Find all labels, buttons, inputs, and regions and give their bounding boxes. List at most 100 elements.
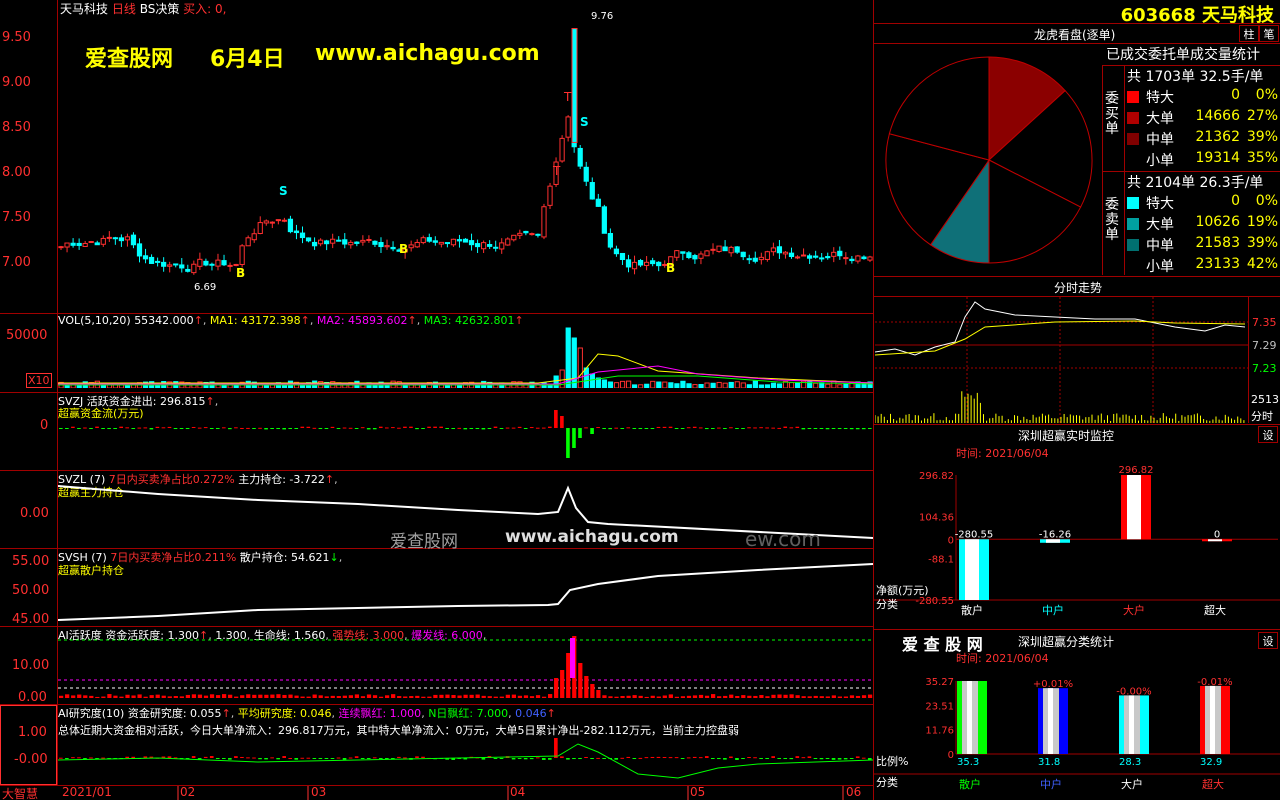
buy-row-label: 特大 (1146, 90, 1174, 106)
activity-bar (306, 696, 311, 698)
candle-body (112, 237, 118, 240)
fund-flow-bar (590, 428, 594, 434)
activity-bar (620, 695, 625, 698)
volume-bar (728, 381, 734, 388)
research-bar (270, 757, 274, 759)
research-bar (554, 738, 558, 758)
candle-body (788, 252, 795, 258)
activity-bar (463, 694, 468, 698)
research-bar (493, 758, 498, 759)
t-marker: T (553, 164, 561, 178)
candle-body (426, 237, 432, 242)
y-tick: 8.50 (2, 120, 31, 135)
research-bar (191, 756, 196, 758)
fund-flow-bar (101, 428, 105, 429)
fund-flow-bar (680, 428, 685, 429)
y-tick: 35.27 (925, 677, 954, 688)
candle-body (281, 219, 288, 222)
fund-flow-bar (831, 428, 836, 429)
volume-bar (589, 373, 595, 388)
activity-bar (481, 695, 486, 698)
candle-body (728, 246, 734, 254)
volume-bar (644, 383, 650, 388)
monitor-bar-chart[interactable]: 296.82104.360-88.1-280.55净额(万元)分类-280.55… (874, 460, 1280, 630)
activity-bar (203, 695, 209, 698)
research-bar (861, 757, 866, 759)
candle-body (354, 241, 360, 244)
activity-bar (698, 694, 704, 698)
candle-body (384, 245, 390, 248)
activity-bar (330, 695, 335, 698)
candle-body (722, 246, 728, 252)
volume-bar (601, 379, 608, 388)
ai2-a: 资金研究度: 0.055 (127, 707, 222, 720)
buy-row-swatch (1127, 133, 1139, 145)
candle-body (275, 219, 281, 222)
buy-row-label: 大单 (1146, 111, 1174, 127)
fund-flow-bar (282, 428, 286, 430)
research-bar (360, 758, 365, 759)
class-bar-chart[interactable]: 35.27 23.51 11.76 0 比例% 分类 35.3 散户 31.8 中户 +0.01% 2… (874, 666, 1280, 800)
volume-bar (837, 384, 843, 388)
retail-holding-line (58, 563, 873, 621)
research-bar (626, 756, 631, 758)
class-change-label: -0.00% (1116, 686, 1151, 697)
t-marker: T (564, 90, 572, 104)
monitor-settings-button[interactable]: 设 (1258, 426, 1278, 443)
intraday-chart[interactable] (875, 297, 1248, 423)
fund-flow-bar (698, 427, 703, 429)
volume-bar (613, 382, 620, 388)
research-bar (330, 758, 335, 759)
research-bar (385, 758, 389, 759)
volume-bar (662, 381, 668, 388)
volume-bar (632, 384, 638, 388)
fund-flow-bar (614, 427, 619, 429)
activity-bar (765, 696, 770, 698)
y-tick: 104.36 (919, 513, 954, 524)
category-label: 大户 (1123, 603, 1145, 617)
candle-body (227, 264, 233, 267)
tick-mode-button[interactable]: 笔 (1259, 25, 1279, 42)
sell-row-label: 大单 (1146, 217, 1174, 233)
fund-flow-bar (801, 428, 806, 430)
candlestick-chart[interactable] (58, 12, 873, 312)
bar-mode-button[interactable]: 柱 (1239, 25, 1259, 42)
fund-flow-bar (765, 427, 769, 429)
brand-label: 大智慧 (2, 787, 39, 800)
candle-body (221, 260, 227, 266)
research-bar (240, 756, 244, 758)
sell-row-swatch (1127, 197, 1139, 209)
candle-body (776, 246, 783, 254)
candle-body (251, 233, 257, 241)
candle-body (825, 256, 831, 259)
research-bar (403, 757, 407, 759)
fund-flow-bar (741, 428, 745, 429)
activity-bar (608, 696, 613, 698)
candle-body (94, 242, 100, 246)
sell-row-count: 23133 (1195, 256, 1240, 272)
activity-bar (656, 696, 661, 698)
research-bar (529, 758, 534, 760)
fund-flow-bar (439, 426, 443, 428)
sell-total: 共 2104单 26.3手/单 (1127, 175, 1264, 191)
class-settings-button[interactable]: 设 (1258, 632, 1278, 649)
fund-flow-bar (747, 427, 751, 429)
ghost-watermark: ew.com (745, 527, 821, 551)
volume-bar (583, 367, 589, 388)
order-pie-chart[interactable] (880, 52, 1100, 270)
candle-body (529, 233, 535, 236)
candle-body (595, 198, 601, 207)
activity-bar (843, 696, 849, 698)
fund-flow-bar (638, 428, 643, 429)
fund-flow-bar (119, 426, 123, 428)
fund-flow-bar (861, 428, 866, 430)
research-bar (246, 757, 250, 759)
fund-flow-bar (487, 428, 492, 429)
candle-body (456, 239, 463, 242)
fund-flow-bar (107, 428, 111, 429)
candle-body (245, 237, 251, 247)
activity-bar (789, 694, 794, 698)
fund-flow-bar (209, 428, 214, 429)
volume-bar (674, 383, 680, 388)
volume-bar (680, 380, 686, 388)
